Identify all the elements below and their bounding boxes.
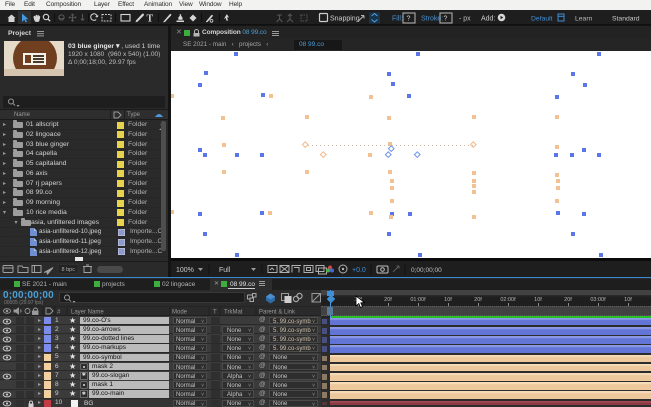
svg-text:Add:: Add: <box>481 16 495 23</box>
svg-text:T: T <box>213 309 217 315</box>
svg-text:Parent & Link: Parent & Link <box>259 309 296 315</box>
svg-text:Snapping: Snapping <box>330 16 360 23</box>
svg-text:T: T <box>147 14 154 25</box>
svg-text:Layer Name: Layer Name <box>71 309 104 315</box>
svg-text:Learn: Learn <box>575 16 593 23</box>
svg-text:8 bpc: 8 bpc <box>62 267 76 273</box>
svg-text:+0.0: +0.0 <box>352 267 366 274</box>
svg-text:- px: - px <box>459 16 471 23</box>
svg-text:Fill:: Fill: <box>392 16 403 23</box>
svg-text:TrkMat: TrkMat <box>224 309 243 315</box>
svg-text:?: ? <box>407 16 411 23</box>
svg-text:Default: Default <box>531 16 553 23</box>
svg-text:Full: Full <box>219 267 231 274</box>
svg-text:Standard: Standard <box>612 16 640 23</box>
svg-text:Mode: Mode <box>172 309 188 315</box>
svg-text:0;00;00;00: 0;00;00;00 <box>411 267 442 274</box>
svg-text:#: # <box>57 309 61 315</box>
svg-text:100%: 100% <box>176 267 194 274</box>
svg-text:?: ? <box>444 16 448 23</box>
